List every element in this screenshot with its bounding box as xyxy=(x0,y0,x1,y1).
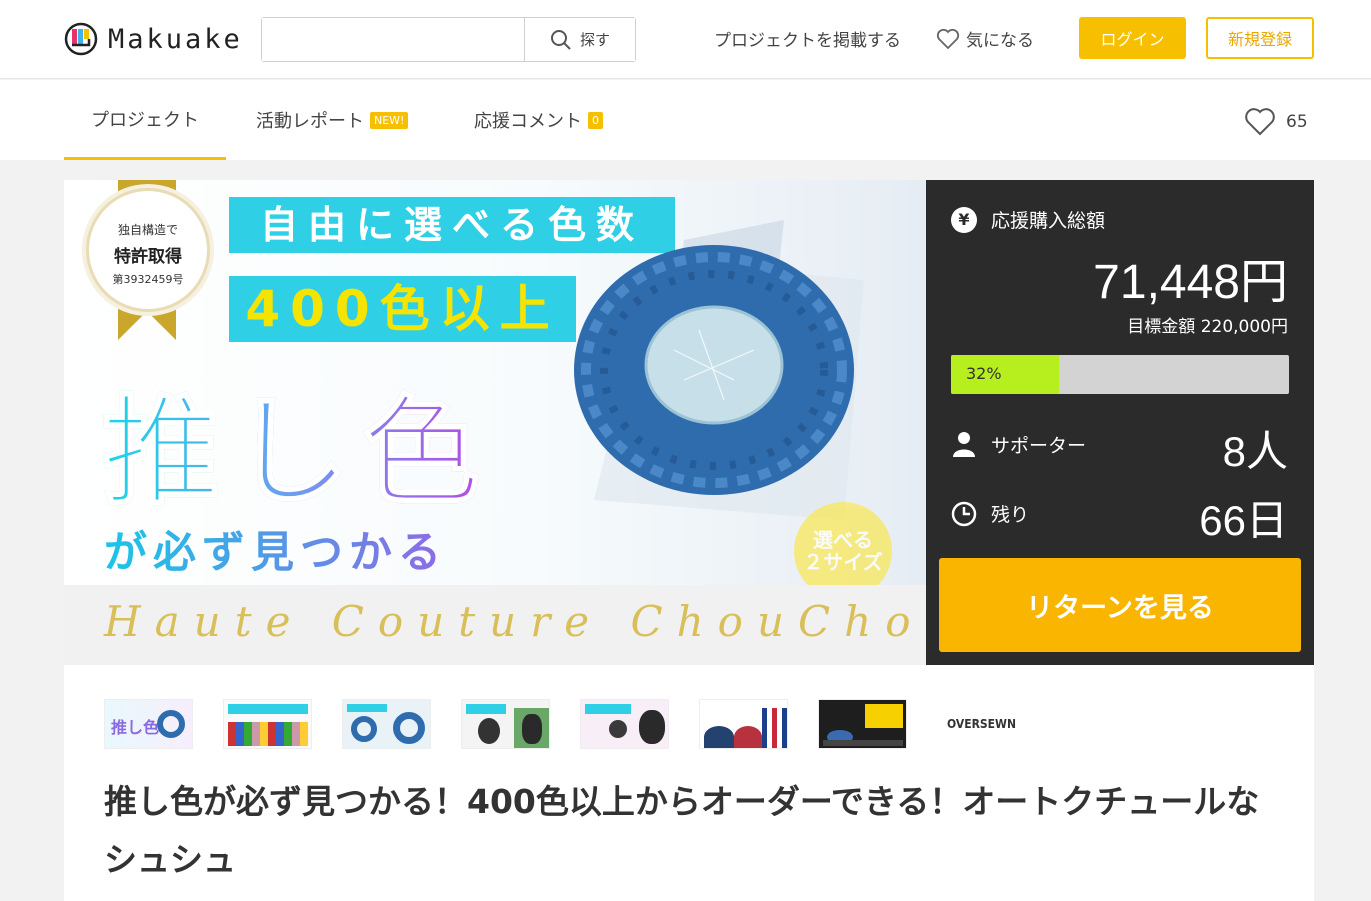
search-button[interactable]: 探す xyxy=(525,18,635,61)
goal-amount: 目標金額 220,000円 xyxy=(1127,317,1288,337)
progress-percent: 32% xyxy=(966,364,1002,383)
tab-activity-report-label: 活動レポート xyxy=(256,111,364,132)
remaining-label: 残り xyxy=(991,504,1030,526)
logo-mark-icon xyxy=(64,22,98,56)
remaining-row: 残り xyxy=(951,500,1029,527)
project-tabs: プロジェクト 活動レポート NEW! 応援コメント 0 65 xyxy=(0,80,1371,160)
medal-line-1: 独自構造で xyxy=(117,223,178,237)
thumbnail[interactable]: OVERSEWN xyxy=(937,699,1026,749)
favorite-link-label: 気になる xyxy=(966,31,1034,51)
heart-icon xyxy=(1245,108,1275,136)
search-icon xyxy=(550,29,571,50)
post-project-link[interactable]: プロジェクトを掲載する xyxy=(714,26,901,51)
thumbnail[interactable] xyxy=(223,699,312,749)
total-amount-value: 71,448円 xyxy=(1093,256,1288,309)
login-button[interactable]: ログイン xyxy=(1079,17,1186,59)
project-content: 推し色 OVERSEWN 推し色が必ず見つかる！400色以上からオーダーできる！… xyxy=(64,665,1314,901)
thumbnail-strip: 推し色 OVERSEWN xyxy=(104,699,1026,749)
search-input[interactable] xyxy=(262,18,525,61)
script-banner: Haute Couture ChouChou xyxy=(64,585,926,665)
medal-line-2: 特許取得 xyxy=(114,247,182,267)
thumbnail[interactable] xyxy=(818,699,907,749)
see-returns-button[interactable]: リターンを見る xyxy=(939,558,1301,652)
funding-progress-bar: 32% xyxy=(951,355,1289,394)
funding-panel: ¥ 応援購入総額 71,448円 目標金額 220,000円 32% サポーター… xyxy=(926,180,1314,665)
signup-button[interactable]: 新規登録 xyxy=(1206,17,1314,59)
total-amount-label: 応援購入総額 xyxy=(991,210,1106,232)
thumbnail[interactable] xyxy=(461,699,550,749)
supporters-value: 8人 xyxy=(1222,428,1288,475)
project-main-image[interactable]: 独自構造で 特許取得 第3932459号 自由に選べる色数 400色以上 推し色… xyxy=(64,180,926,665)
tab-comments[interactable]: 応援コメント 0 xyxy=(474,80,603,160)
oversewn-label: OVERSEWN xyxy=(947,717,1016,731)
site-header: Makuake 探す プロジェクトを掲載する 気になる ログイン 新規登録 xyxy=(0,0,1371,79)
scrunchie-image xyxy=(574,220,864,520)
favorite-link[interactable]: 気になる xyxy=(936,26,1034,51)
patent-medal: 独自構造で 特許取得 第3932459号 xyxy=(86,188,210,312)
makuake-logo[interactable]: Makuake xyxy=(64,22,243,56)
tab-project-label: プロジェクト xyxy=(91,109,199,131)
project-title: 推し色が必ず見つかる！400色以上からオーダーできる！オートクチュールなシュシュ xyxy=(104,782,1260,879)
tab-activity-report[interactable]: 活動レポート NEW! xyxy=(256,80,409,160)
script-text: Haute Couture ChouChou xyxy=(104,597,926,646)
thumbnail[interactable] xyxy=(580,699,669,749)
supporters-label: サポーター xyxy=(991,434,1087,457)
clock-icon xyxy=(951,501,977,526)
heart-icon xyxy=(936,28,960,49)
thumbnail[interactable] xyxy=(342,699,431,749)
thumbnail[interactable] xyxy=(699,699,788,749)
comment-count-badge: 0 xyxy=(588,111,603,129)
tab-comments-label: 応援コメント xyxy=(474,111,582,132)
remaining-value: 66日 xyxy=(1199,497,1288,544)
new-badge: NEW! xyxy=(370,111,409,129)
tab-project[interactable]: プロジェクト xyxy=(64,80,226,160)
two-sizes-line-2: ２サイズ xyxy=(803,550,883,574)
yen-icon: ¥ xyxy=(951,206,977,233)
person-icon xyxy=(953,432,975,457)
favorite-count: 65 xyxy=(1286,112,1308,132)
total-amount-label-row: ¥ 応援購入総額 xyxy=(951,206,1105,233)
thumbnail[interactable]: 推し色 xyxy=(104,699,193,749)
oshi-color-text: 推し色 xyxy=(101,356,492,527)
logo-text: Makuake xyxy=(108,23,243,55)
search-button-label: 探す xyxy=(579,31,610,49)
always-found-text: が必ず見つかる xyxy=(104,518,447,580)
supporters-row: サポーター xyxy=(951,430,1086,458)
400-colors-band: 400色以上 xyxy=(229,276,576,342)
medal-line-3: 第3932459号 xyxy=(112,273,184,286)
favorite-counter[interactable]: 65 xyxy=(1244,108,1308,136)
search-box: 探す xyxy=(261,17,636,62)
two-sizes-line-1: 選べる xyxy=(813,528,873,552)
